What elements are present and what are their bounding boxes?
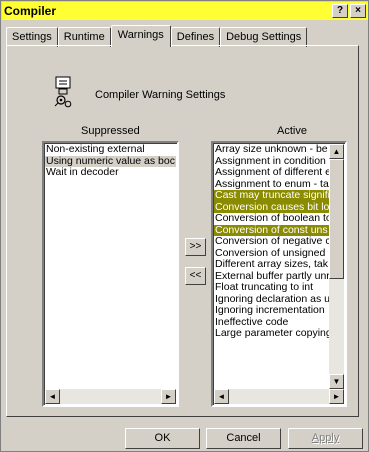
tab-warnings[interactable]: Warnings: [110, 25, 171, 47]
active-vertical-scrollbar[interactable]: ▲ ▼: [329, 144, 344, 389]
list-item[interactable]: Different array sizes, tak: [214, 258, 329, 271]
help-button[interactable]: ?: [332, 4, 348, 18]
list-item[interactable]: Float truncating to int: [214, 281, 329, 294]
list-item-selected[interactable]: Cast may truncate signifi: [214, 189, 329, 202]
scroll-up-icon[interactable]: ▲: [329, 144, 344, 159]
compiler-dialog: Compiler ? × Settings Runtime Warnings D…: [0, 0, 369, 452]
title-bar: Compiler ? ×: [2, 2, 368, 20]
suppressed-horizontal-scrollbar[interactable]: ◄ ►: [45, 389, 176, 404]
ok-button[interactable]: OK: [125, 428, 200, 449]
scroll-right-icon[interactable]: ►: [161, 389, 176, 404]
list-item[interactable]: Ignoring incrementation: [214, 304, 329, 317]
scroll-left-icon[interactable]: ◄: [45, 389, 60, 404]
tab-defines[interactable]: Defines: [170, 27, 221, 47]
active-horizontal-scrollbar[interactable]: ◄ ►: [214, 389, 344, 404]
list-item[interactable]: Array size unknown - be: [214, 144, 329, 156]
tab-debug-settings[interactable]: Debug Settings: [220, 27, 308, 47]
warning-settings-heading: Compiler Warning Settings: [95, 89, 226, 101]
list-item[interactable]: Assignment of different e: [214, 166, 329, 179]
scroll-down-icon[interactable]: ▼: [329, 374, 344, 389]
tab-strip: Settings Runtime Warnings Defines Debug …: [6, 25, 308, 47]
close-button[interactable]: ×: [350, 4, 366, 18]
suppressed-label: Suppressed: [81, 125, 140, 137]
move-to-suppressed-button[interactable]: <<: [185, 267, 206, 285]
list-item[interactable]: Wait in decoder: [45, 166, 176, 179]
window-title: Compiler: [4, 4, 57, 18]
tab-runtime[interactable]: Runtime: [57, 27, 111, 47]
scroll-left-icon[interactable]: ◄: [214, 389, 229, 404]
active-label: Active: [277, 125, 307, 137]
suppressed-list[interactable]: Non-existing external Using numeric valu…: [42, 141, 179, 407]
move-to-active-button[interactable]: >>: [185, 238, 206, 256]
title-buttons: ? ×: [332, 4, 366, 18]
list-item[interactable]: Conversion of negative c: [214, 235, 329, 248]
list-item[interactable]: Non-existing external: [45, 144, 176, 156]
apply-button[interactable]: Apply: [288, 428, 363, 449]
cancel-button[interactable]: Cancel: [206, 428, 281, 449]
list-item[interactable]: Large parameter copying: [214, 327, 329, 340]
active-list[interactable]: Array size unknown - be Assignment in co…: [211, 141, 347, 407]
vertical-scroll-thumb[interactable]: [329, 159, 344, 279]
compiler-settings-icon: [54, 76, 72, 108]
list-item[interactable]: Conversion of boolean to: [214, 212, 329, 225]
tab-settings[interactable]: Settings: [6, 27, 58, 47]
scroll-right-icon[interactable]: ►: [329, 389, 344, 404]
